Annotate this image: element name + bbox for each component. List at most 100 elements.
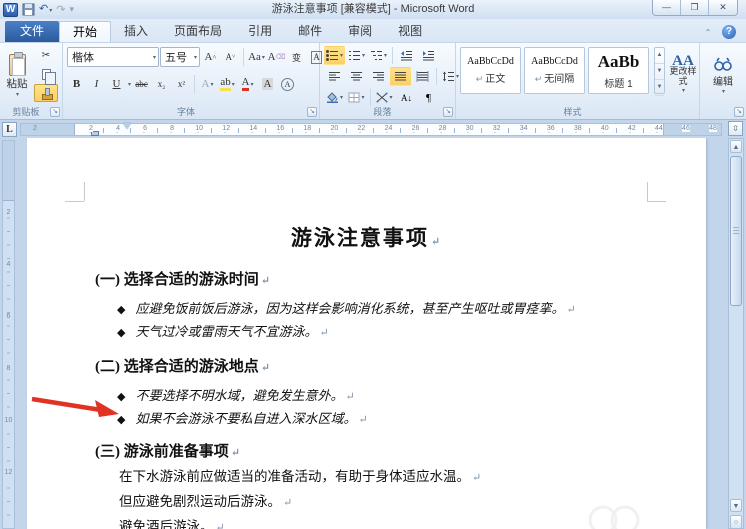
copy-button[interactable] <box>34 65 58 85</box>
collapse-ribbon-icon[interactable]: ⌃ <box>702 28 714 37</box>
tab-selector[interactable]: L <box>2 122 17 137</box>
strikethrough-button[interactable]: abc <box>132 74 151 94</box>
paragraph-dialog-launcher[interactable]: ↘ <box>443 107 453 117</box>
vertical-scrollbar[interactable]: ▲ ▼ ○ <box>728 138 744 529</box>
font-dialog-launcher[interactable]: ↘ <box>307 107 317 117</box>
document-content[interactable]: 游泳注意事项 ↵ (一) 选择合适的游泳时间 ↵ ◆ 应避免饭前饭后游泳，因为这样会影响… <box>27 138 706 529</box>
align-right-button[interactable] <box>368 67 389 86</box>
text-effects-button[interactable]: A ▾ <box>198 74 217 94</box>
font-family-select[interactable]: 楷体 ▾ <box>67 47 159 67</box>
save-icon[interactable] <box>22 3 35 16</box>
styles-dialog-launcher[interactable]: ↘ <box>734 107 744 117</box>
word-app-icon[interactable]: W <box>3 2 18 17</box>
qat-customize-icon[interactable]: ▾ <box>69 4 74 15</box>
tab-file[interactable]: 文件 <box>5 21 60 42</box>
decrease-indent-button[interactable] <box>396 46 417 65</box>
paragraph-mark: ↵ <box>260 362 270 374</box>
subscript-button[interactable]: x₂ <box>152 74 171 94</box>
increase-indent-button[interactable] <box>418 46 439 65</box>
tab-开始[interactable]: 开始 <box>59 21 112 42</box>
document-page[interactable]: 游泳注意事项 ↵ (一) 选择合适的游泳时间 ↵ ◆ 应避免饭前饭后游泳，因为这样会影响… <box>27 138 706 529</box>
paragraph-mark: ↵ <box>260 275 270 287</box>
tab-视图[interactable]: 视图 <box>385 21 435 42</box>
paste-button[interactable]: 粘贴 ▾ <box>3 46 31 105</box>
phonetic-guide-button[interactable]: 变 <box>287 47 306 67</box>
show-formatting-marks-button[interactable]: ¶ <box>418 88 439 107</box>
vruler-number: 4 <box>3 261 14 268</box>
vruler-top-margin <box>3 141 14 201</box>
tab-页面布局[interactable]: 页面布局 <box>161 21 235 42</box>
ruler-number: 30 <box>465 125 474 132</box>
style-card-正文[interactable]: AaBbCcDd ↵ 正文 <box>460 47 521 94</box>
styles-scroll-down[interactable]: ▼ <box>655 64 664 80</box>
asian-layout-button[interactable]: ▾ <box>374 88 395 107</box>
highlight-color-button[interactable]: ab ▾ <box>218 74 237 94</box>
ruler-number: 4 <box>116 125 120 132</box>
copy-icon <box>41 68 56 85</box>
align-center-button[interactable] <box>346 67 367 86</box>
style-card-标题 1[interactable]: AaBb 标题 1 <box>588 47 649 94</box>
shading-button[interactable]: ▾ <box>324 88 345 107</box>
editing-button[interactable]: 编辑 ▾ <box>706 46 740 106</box>
underline-button[interactable]: U <box>107 74 126 94</box>
format-painter-button[interactable] <box>34 84 58 102</box>
scrollbar-thumb[interactable] <box>730 156 742 306</box>
font-color-button[interactable]: A ▾ <box>238 74 257 94</box>
vruler-number: 8 <box>3 365 14 372</box>
close-button[interactable]: ✕ <box>709 0 737 15</box>
grow-font-button[interactable]: A ˄ <box>201 47 220 67</box>
help-icon[interactable]: ? <box>722 25 736 39</box>
font-size-select[interactable]: 五号 ▾ <box>160 47 200 67</box>
annotation-arrow <box>31 396 119 417</box>
bold-button[interactable]: B <box>67 74 86 94</box>
distribute-button[interactable] <box>412 67 433 86</box>
change-styles-button[interactable]: AA 更改样式 ▾ <box>668 46 698 106</box>
cut-button[interactable]: ✂ <box>34 46 58 64</box>
multilevel-list-icon <box>370 51 382 60</box>
redo-icon[interactable]: ↷ <box>56 3 65 17</box>
find-icon <box>714 57 732 71</box>
scroll-up-button[interactable]: ▲ <box>730 140 742 153</box>
styles-scroll-more[interactable]: ▼ <box>655 80 664 96</box>
multilevel-list-button[interactable]: ▾ <box>368 46 389 65</box>
vertical-ruler[interactable]: 2 4 6 8 10 12 <box>2 140 15 529</box>
ruler-number: 18 <box>303 125 312 132</box>
horizontal-ruler[interactable]: 2 2 4 6 8 10 12 14 16 18 20 22 24 26 28 30 32 34 36 38 40 42… <box>20 123 722 136</box>
tab-邮件[interactable]: 邮件 <box>285 21 335 42</box>
character-shading-button[interactable]: A <box>258 74 277 94</box>
tab-插入[interactable]: 插入 <box>111 21 161 42</box>
style-card-无间隔[interactable]: AaBbCcDd ↵ 无间隔 <box>524 47 585 94</box>
shrink-font-button[interactable]: A ˅ <box>221 47 240 67</box>
clear-formatting-button[interactable]: A ⌫ <box>267 47 286 67</box>
clipboard-dialog-launcher[interactable]: ↘ <box>50 107 60 117</box>
styles-gallery-scroll[interactable]: ▲ ▼ ▼ <box>654 47 665 96</box>
change-case-button[interactable]: Aa ▾ <box>247 47 266 67</box>
tab-引用[interactable]: 引用 <box>235 21 285 42</box>
borders-button[interactable]: ▾ <box>346 88 367 107</box>
scroll-extra-button[interactable]: ○ <box>730 515 742 529</box>
group-clipboard: 粘贴 ▾ ✂ 剪贴板 ↘ <box>0 43 63 119</box>
superscript-button[interactable]: x² <box>172 74 191 94</box>
distribute-icon <box>416 71 429 82</box>
tab-审阅[interactable]: 审阅 <box>335 21 385 42</box>
restore-button[interactable]: ❐ <box>681 0 709 15</box>
justify-button[interactable] <box>390 67 411 86</box>
undo-icon[interactable]: ↶▾ <box>39 2 52 18</box>
numbering-button[interactable]: ▾ <box>346 46 367 65</box>
bullets-button[interactable]: ▾ <box>324 46 345 65</box>
minimize-button[interactable]: — <box>653 0 681 15</box>
enclose-characters-button[interactable]: A <box>278 74 297 94</box>
first-line-indent-marker[interactable] <box>123 123 131 129</box>
styles-scroll-up[interactable]: ▲ <box>655 48 664 64</box>
ruler-toggle-button[interactable]: ⇳ <box>728 121 743 136</box>
ruler-number: 48 <box>709 125 717 132</box>
sort-button[interactable]: A↓ <box>396 88 417 107</box>
decrease-indent-icon <box>401 51 412 61</box>
vruler-number: 2 <box>3 209 14 216</box>
italic-button[interactable]: I <box>87 74 106 94</box>
vruler-number: 12 <box>3 469 14 476</box>
scroll-down-button[interactable]: ▼ <box>730 499 742 512</box>
align-left-button[interactable] <box>324 67 345 86</box>
window-title: 游泳注意事项 [兼容模式] - Microsoft Word <box>271 3 475 15</box>
ruler-number: 22 <box>357 125 366 132</box>
